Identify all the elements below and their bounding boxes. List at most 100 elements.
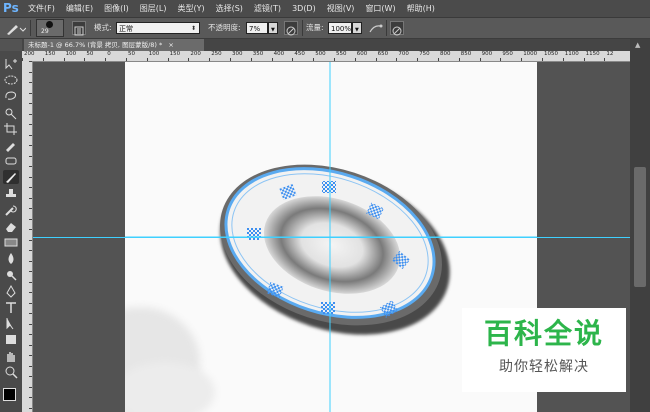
watermark-subtitle: 助你轻松解决 <box>499 359 589 375</box>
menu-item[interactable]: 文件(F) <box>28 0 55 17</box>
ruler-tick <box>29 365 32 367</box>
brush-size-picker[interactable]: 29 <box>36 19 64 37</box>
menu-item[interactable]: 图层(L) <box>140 0 167 17</box>
ruler-tick <box>375 58 377 61</box>
shape-tool-icon[interactable] <box>3 332 19 346</box>
tablet-pressure-size-icon[interactable] <box>390 21 404 36</box>
flow-input[interactable]: 100% <box>328 22 352 34</box>
brush-preset-icon[interactable] <box>4 21 27 35</box>
tablet-pressure-opacity-icon[interactable] <box>284 21 298 36</box>
blur-tool-icon[interactable] <box>3 251 19 265</box>
hand-tool-icon[interactable] <box>3 349 19 363</box>
ruler-label: 300 <box>232 51 243 57</box>
spot-heal-tool-icon[interactable] <box>3 154 19 168</box>
ruler-tick <box>42 58 44 61</box>
ruler-label: 150 <box>169 51 181 57</box>
brush-panel-toggle-icon[interactable] <box>72 21 86 36</box>
airbrush-icon[interactable] <box>368 21 384 35</box>
ruler-tick <box>500 58 502 61</box>
dodge-tool-icon[interactable] <box>3 268 19 282</box>
document-tab[interactable]: 未标题-1 @ 66.7% (背景 拷贝, 图层蒙版/8) * × <box>24 39 204 51</box>
menu-item[interactable]: 类型(Y) <box>177 0 204 17</box>
ruler-tick <box>29 334 32 335</box>
ruler-tick <box>29 313 32 314</box>
ruler-label: 750 <box>419 51 430 57</box>
menu-item[interactable]: 窗口(W) <box>365 0 395 17</box>
vertical-scrollbar[interactable]: ▲ <box>630 39 650 412</box>
pen-tool-icon[interactable] <box>3 284 19 298</box>
zoom-tool-icon[interactable] <box>3 365 19 379</box>
eyedropper-tool-icon[interactable] <box>3 138 19 152</box>
foreground-color-swatch[interactable] <box>3 388 16 401</box>
lasso-tool-icon[interactable] <box>3 89 19 103</box>
scroll-up-icon[interactable]: ▲ <box>635 41 640 49</box>
ruler-tick <box>29 292 32 293</box>
ruler-tick <box>562 58 564 61</box>
opacity-label: 不透明度: <box>208 23 241 32</box>
close-tab-icon[interactable]: × <box>168 41 173 49</box>
ruler-tick <box>334 58 335 61</box>
brush-tool-icon[interactable] <box>3 170 19 185</box>
flow-dropdown-icon[interactable]: ▼ <box>352 22 362 34</box>
ruler-tick <box>63 58 65 61</box>
ruler-tick <box>29 323 32 325</box>
dropdown-arrow-icon: ⬍ <box>190 25 196 32</box>
menu-item[interactable]: 滤镜(T) <box>254 0 281 17</box>
marquee-tool-icon[interactable] <box>3 73 19 87</box>
menu-item[interactable]: 选择(S) <box>216 0 243 17</box>
eraser-tool-icon[interactable] <box>3 219 19 233</box>
type-tool-icon[interactable] <box>3 300 19 314</box>
history-brush-tool-icon[interactable] <box>3 203 19 217</box>
menu-item[interactable]: 3D(D) <box>292 0 316 17</box>
brush-size-value: 29 <box>41 28 49 35</box>
mode-select[interactable]: 正常 ⬍ <box>116 22 200 34</box>
clone-stamp-tool-icon[interactable] <box>3 187 19 201</box>
menu-item[interactable]: 图像(I) <box>104 0 129 17</box>
ruler-tick <box>29 302 32 304</box>
ruler-tick <box>209 58 211 61</box>
ruler-label: 150 <box>44 51 56 57</box>
brush-tip-icon <box>46 21 53 28</box>
ruler-label: 1150 <box>585 51 600 57</box>
ruler-tick <box>29 271 32 272</box>
ruler-tick <box>292 58 294 61</box>
ruler-label: 800 <box>440 51 451 57</box>
ruler-label: 1000 <box>523 51 538 57</box>
menu-item[interactable]: 帮助(H) <box>407 0 435 17</box>
crop-tool-icon[interactable] <box>3 122 19 136</box>
ruler-label: 50 <box>128 51 135 57</box>
ruler-tick <box>29 176 32 178</box>
ruler-tick <box>29 239 32 241</box>
path-select-tool-icon[interactable] <box>3 316 19 330</box>
ruler-tick <box>542 58 543 61</box>
ruler-label: 400 <box>273 51 285 57</box>
ruler-label: 100 <box>148 51 160 57</box>
ruler-label: 700 <box>398 51 409 57</box>
gradient-tool-icon[interactable] <box>3 235 19 249</box>
ruler-tick <box>29 124 32 125</box>
mode-value: 正常 <box>119 25 133 33</box>
ruler-horizontal[interactable]: 200 150 100 50 0 50 100 150 200 250 300 350 400 450 50… <box>22 51 630 62</box>
watermark: 百科全说 助你轻松解决 <box>462 308 626 392</box>
ruler-tick <box>105 58 107 61</box>
ruler-vertical[interactable] <box>22 61 33 412</box>
ruler-tick <box>438 58 439 61</box>
scroll-thumb[interactable] <box>634 167 646 287</box>
ruler-tick <box>29 229 32 230</box>
ruler-label: 350 <box>252 51 264 57</box>
menu-item[interactable]: 编辑(E) <box>66 0 93 17</box>
ruler-tick <box>313 58 315 61</box>
ruler-tick <box>250 58 252 61</box>
quick-selection-tool-icon[interactable] <box>3 106 19 120</box>
ruler-tick <box>29 134 32 136</box>
ruler-tick <box>29 208 32 209</box>
mode-label: 模式: <box>94 23 112 32</box>
ruler-tick <box>29 71 32 73</box>
ruler-tick <box>29 155 32 157</box>
move-tool-icon[interactable] <box>3 57 19 71</box>
ruler-label: 100 <box>65 51 77 57</box>
menu-item[interactable]: 视图(V) <box>327 0 355 17</box>
ruler-label: 550 <box>336 51 347 57</box>
opacity-dropdown-icon[interactable]: ▼ <box>268 22 278 34</box>
opacity-input[interactable]: 7% <box>246 22 268 34</box>
